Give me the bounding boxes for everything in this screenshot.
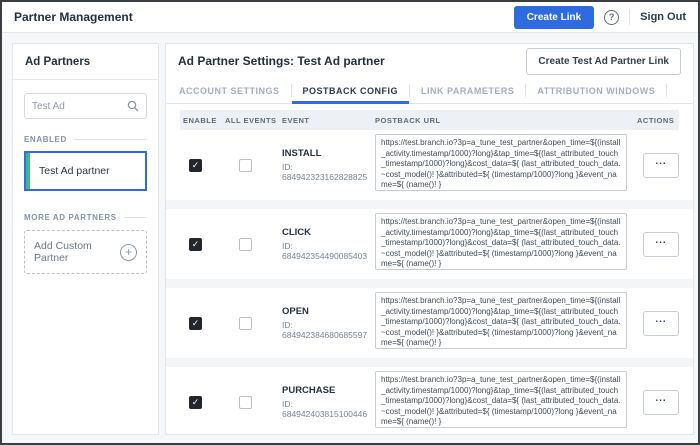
all-events-checkbox[interactable] xyxy=(239,159,252,172)
event-name: INSTALL xyxy=(282,148,375,159)
postback-url-input[interactable]: https://test.branch.io?3p=a_tune_test_pa… xyxy=(375,371,627,428)
settings-tabs: ACCOUNT SETTINGS POSTBACK CONFIG LINK PA… xyxy=(166,78,693,104)
topbar-actions: Create Link ? Sign Out xyxy=(514,6,686,29)
create-link-button[interactable]: Create Link xyxy=(514,6,594,29)
enabled-section-label: ENABLED xyxy=(24,135,67,144)
event-name: PURCHASE xyxy=(282,385,375,396)
col-enable: ENABLE xyxy=(180,116,225,125)
add-custom-partner-button[interactable]: Add Custom Partner + xyxy=(24,230,147,274)
event-id: ID: 684942403815100446 xyxy=(282,399,375,419)
enable-checkbox[interactable] xyxy=(189,396,202,409)
event-id: ID: 684942354490085403 xyxy=(282,241,375,261)
more-partners-section-label: MORE AD PARTNERS xyxy=(24,213,117,222)
help-icon[interactable]: ? xyxy=(604,10,619,25)
row-separator xyxy=(166,200,693,209)
page-title: Partner Management xyxy=(14,10,133,24)
partner-search[interactable] xyxy=(24,93,147,119)
table-row-click: CLICK ID: 684942354490085403 https://tes… xyxy=(180,209,679,279)
col-event: EVENT xyxy=(282,116,375,125)
search-icon xyxy=(127,100,139,112)
all-events-checkbox[interactable] xyxy=(239,396,252,409)
enable-checkbox[interactable] xyxy=(189,238,202,251)
more-partners-section: MORE AD PARTNERS xyxy=(24,213,147,222)
enable-checkbox[interactable] xyxy=(189,159,202,172)
enabled-section: ENABLED xyxy=(24,135,147,144)
ad-partners-sidebar: Ad Partners ENABLED Test Ad partner MORE… xyxy=(12,43,159,435)
ad-partner-settings-panel: Ad Partner Settings: Test Ad partner Cre… xyxy=(165,43,694,435)
col-all-events: ALL EVENTS xyxy=(225,116,282,125)
divider xyxy=(124,217,147,218)
create-test-ad-partner-link-button[interactable]: Create Test Ad Partner Link xyxy=(526,48,681,75)
divider xyxy=(629,9,630,25)
table-row-install: INSTALL ID: 684942323162828825 https://t… xyxy=(180,130,679,200)
event-name: OPEN xyxy=(282,306,375,317)
postback-url-input[interactable]: https://test.branch.io?3p=a_tune_test_pa… xyxy=(375,134,627,191)
col-postback-url: POSTBACK URL xyxy=(375,116,637,125)
postback-url-input[interactable]: https://test.branch.io?3p=a_tune_test_pa… xyxy=(375,213,627,270)
postback-url-input[interactable]: https://test.branch.io?3p=a_tune_test_pa… xyxy=(375,292,627,349)
sidebar-item-test-ad-partner[interactable]: Test Ad partner xyxy=(24,151,147,191)
top-bar: Partner Management Create Link ? Sign Ou… xyxy=(2,2,698,33)
search-input[interactable] xyxy=(32,101,127,112)
sign-out-button[interactable]: Sign Out xyxy=(640,11,686,23)
col-actions: ACTIONS xyxy=(637,116,679,125)
add-custom-partner-label: Add Custom Partner xyxy=(34,240,120,264)
tab-postback-config[interactable]: POSTBACK CONFIG xyxy=(292,78,410,103)
sidebar-title: Ad Partners xyxy=(13,44,158,80)
event-name: CLICK xyxy=(282,227,375,238)
enable-checkbox[interactable] xyxy=(189,317,202,330)
plus-circle-icon: + xyxy=(120,244,137,261)
app-window: Partner Management Create Link ? Sign Ou… xyxy=(0,0,700,445)
divider xyxy=(74,139,147,140)
all-events-checkbox[interactable] xyxy=(239,317,252,330)
event-id: ID: 684942384680685597 xyxy=(282,320,375,340)
tab-link-parameters[interactable]: LINK PARAMETERS xyxy=(410,78,525,103)
tab-attribution-windows[interactable]: ATTRIBUTION WINDOWS xyxy=(526,78,666,103)
divider xyxy=(666,84,667,97)
settings-titlebar: Ad Partner Settings: Test Ad partner Cre… xyxy=(166,44,693,78)
all-events-checkbox[interactable] xyxy=(239,238,252,251)
row-actions-button[interactable]: ... xyxy=(643,232,679,257)
row-actions-button[interactable]: ... xyxy=(643,153,679,178)
partner-name: Test Ad partner xyxy=(39,165,110,177)
table-header: ENABLE ALL EVENTS EVENT POSTBACK URL ACT… xyxy=(180,110,679,130)
row-separator xyxy=(166,279,693,288)
enabled-indicator-bar xyxy=(26,153,30,189)
row-separator xyxy=(166,358,693,367)
table-row-purchase: PURCHASE ID: 684942403815100446 https://… xyxy=(180,367,679,435)
row-actions-button[interactable]: ... xyxy=(643,390,679,415)
event-id: ID: 684942323162828825 xyxy=(282,162,375,182)
row-actions-button[interactable]: ... xyxy=(643,311,679,336)
postback-table: ENABLE ALL EVENTS EVENT POSTBACK URL ACT… xyxy=(166,104,693,435)
tab-account-settings[interactable]: ACCOUNT SETTINGS xyxy=(168,78,291,103)
table-row-open: OPEN ID: 684942384680685597 https://test… xyxy=(180,288,679,358)
settings-title: Ad Partner Settings: Test Ad partner xyxy=(178,54,385,68)
